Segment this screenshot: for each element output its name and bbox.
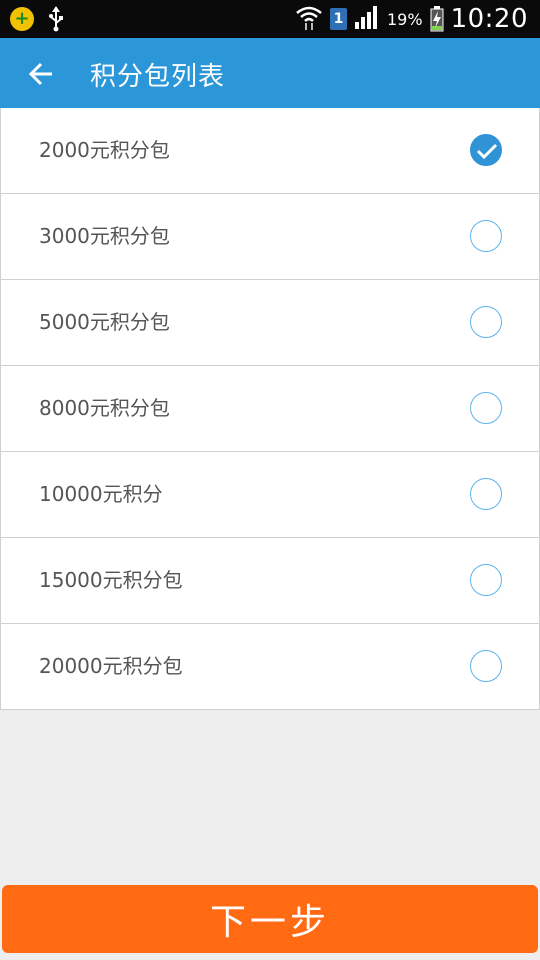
status-bar-left: +: [10, 6, 64, 32]
package-list: 2000元积分包 3000元积分包 5000元积分包 8000元积分包 1000…: [0, 108, 540, 710]
check-icon: [476, 143, 498, 160]
sim-icon: 1: [330, 8, 347, 30]
list-item[interactable]: 15000元积分包: [1, 538, 539, 624]
package-label: 10000元积分: [39, 482, 163, 506]
clock: 10:20: [450, 4, 528, 34]
package-label: 2000元积分包: [39, 138, 170, 162]
app-bar: 积分包列表: [0, 38, 540, 108]
list-item[interactable]: 5000元积分包: [1, 280, 539, 366]
list-item[interactable]: 2000元积分包: [1, 108, 539, 194]
package-label: 15000元积分包: [39, 568, 183, 592]
radio-unchecked[interactable]: [470, 650, 502, 682]
package-label: 8000元积分包: [39, 396, 170, 420]
status-bar-right: 1 19% 10:20: [295, 3, 528, 35]
list-item[interactable]: 3000元积分包: [1, 194, 539, 280]
radio-checked[interactable]: [470, 134, 502, 166]
battery-charging-icon: [430, 6, 444, 32]
arrow-left-icon: [28, 62, 52, 86]
package-label: 3000元积分包: [39, 224, 170, 248]
back-button[interactable]: [24, 57, 58, 91]
next-step-button[interactable]: 下一步: [2, 885, 538, 953]
radio-unchecked[interactable]: [470, 392, 502, 424]
radio-unchecked[interactable]: [470, 564, 502, 596]
list-item[interactable]: 8000元积分包: [1, 366, 539, 452]
status-bar: + 1 19% 10:20: [0, 0, 540, 38]
package-label: 20000元积分包: [39, 654, 183, 678]
app-badge-icon: +: [10, 7, 34, 31]
package-label: 5000元积分包: [39, 310, 170, 334]
usb-icon: [48, 6, 64, 32]
radio-unchecked[interactable]: [470, 306, 502, 338]
radio-unchecked[interactable]: [470, 220, 502, 252]
page-title: 积分包列表: [90, 62, 226, 92]
battery-percentage: 19%: [387, 9, 423, 29]
wifi-icon: [295, 3, 323, 35]
radio-unchecked[interactable]: [470, 478, 502, 510]
signal-icon: [354, 4, 380, 34]
list-item[interactable]: 20000元积分包: [1, 624, 539, 710]
list-item[interactable]: 10000元积分: [1, 452, 539, 538]
